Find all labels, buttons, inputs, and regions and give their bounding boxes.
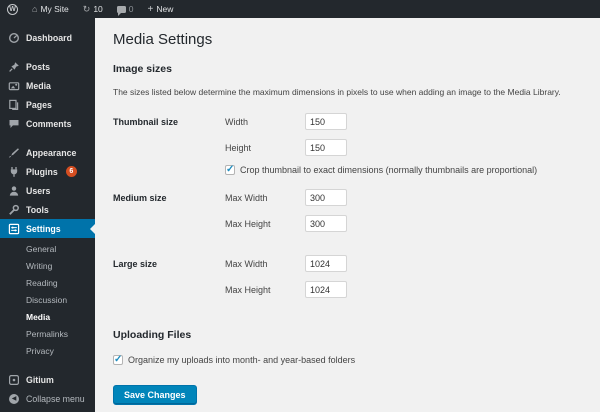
comments-menu[interactable]: 0 (110, 0, 141, 18)
submenu-item-writing[interactable]: Writing (0, 258, 95, 275)
comment-count: 0 (128, 4, 134, 14)
update-icon: ↻ (82, 3, 91, 14)
sidebar-item-label: Pages (26, 99, 52, 110)
sidebar-item-label: Comments (26, 118, 72, 129)
sidebar-item-label: Gitium (26, 374, 54, 385)
sidebar-item-label: Tools (26, 204, 49, 215)
comments-icon (8, 118, 20, 130)
updates-menu[interactable]: ↻ 10 (76, 0, 110, 18)
camera-icon (8, 80, 20, 92)
sidebar-item-posts[interactable]: Posts (0, 57, 95, 76)
sidebar-item-gitium[interactable]: Gitium (0, 370, 95, 389)
medium-max-width-input[interactable] (305, 189, 347, 206)
gitium-icon (8, 374, 20, 386)
medium-size-label: Medium size (113, 193, 167, 203)
thumbnail-width-input[interactable] (305, 113, 347, 130)
page-title: Media Settings (113, 31, 213, 48)
pages-icon (8, 99, 20, 111)
sidebar-item-label: Users (26, 185, 51, 196)
sidebar-item-label: Posts (26, 61, 50, 72)
medium-max-height-label: Max Height (225, 218, 271, 229)
sidebar-item-settings[interactable]: Settings (0, 219, 95, 238)
thumbnail-size-label: Thumbnail size (113, 117, 179, 127)
plugin-icon (8, 166, 20, 178)
crop-thumbnail-label: Crop thumbnail to exact dimensions (norm… (240, 165, 538, 175)
sidebar-item-media[interactable]: Media (0, 76, 95, 95)
thumbnail-fields: Width Height Crop thumbnail to exact dim… (225, 113, 582, 175)
submenu-item-privacy[interactable]: Privacy (0, 343, 95, 360)
sidebar-item-label: Media (26, 80, 51, 91)
sidebar-item-label: Appearance (26, 147, 77, 158)
submenu-item-media[interactable]: Media (0, 309, 95, 326)
medium-fields: Max Width Max Height (225, 189, 582, 241)
settings-sliders-icon (8, 223, 20, 235)
uploading-files-section: Uploading Files Organize my uploads into… (113, 329, 582, 365)
sidebar-item-dashboard[interactable]: Dashboard (0, 28, 95, 47)
submenu-item-reading[interactable]: Reading (0, 275, 95, 292)
wordpress-logo-icon: W (7, 3, 18, 15)
update-count: 10 (93, 4, 103, 14)
new-label: New (156, 4, 174, 14)
site-name-menu[interactable]: ⌂ My Site (25, 0, 76, 18)
sidebar-item-pages[interactable]: Pages (0, 95, 95, 114)
uploading-files-heading: Uploading Files (113, 329, 192, 341)
save-changes-button[interactable]: Save Changes (113, 385, 197, 405)
organize-uploads-label: Organize my uploads into month- and year… (128, 355, 356, 365)
wp-logo-menu[interactable]: W (0, 0, 25, 18)
wrench-icon (8, 204, 20, 216)
site-name-label: My Site (40, 4, 69, 14)
sidebar-item-label: Dashboard (26, 32, 72, 43)
sidebar-item-tools[interactable]: Tools (0, 200, 95, 219)
submenu-item-permalinks[interactable]: Permalinks (0, 326, 95, 343)
large-max-width-label: Max Width (225, 258, 268, 269)
sidebar-item-plugins[interactable]: Plugins 6 (0, 162, 95, 181)
organize-uploads-checkbox[interactable] (113, 354, 123, 365)
thumbnail-height-label: Height (225, 142, 252, 153)
dashboard-icon (8, 32, 20, 44)
admin-sidebar: Dashboard Posts Media Pages Comments App… (0, 18, 95, 412)
collapse-arrow-icon: ◀ (8, 393, 20, 405)
large-max-width-input[interactable] (305, 255, 347, 272)
medium-max-height-input[interactable] (305, 215, 347, 232)
plus-icon: + (147, 3, 154, 15)
crop-thumbnail-checkbox[interactable] (225, 164, 235, 175)
pushpin-icon (8, 61, 20, 73)
sidebar-item-label: Plugins (26, 166, 58, 177)
large-size-label: Large size (113, 259, 158, 269)
sidebar-item-appearance[interactable]: Appearance (0, 143, 95, 162)
plugins-update-badge: 6 (65, 166, 77, 177)
paintbrush-icon (8, 147, 20, 159)
collapse-menu-button[interactable]: ◀ Collapse menu (0, 389, 95, 408)
submenu-item-general[interactable]: General (0, 241, 95, 258)
comment-bubble-icon (116, 5, 126, 16)
sidebar-item-comments[interactable]: Comments (0, 114, 95, 133)
large-max-height-label: Max Height (225, 284, 271, 295)
medium-size-block: Medium size Max Width Max Height (113, 189, 582, 241)
collapse-menu-label: Collapse menu (26, 393, 85, 404)
large-size-block: Large size Max Width Max Height (113, 255, 582, 307)
admin-bar: W ⌂ My Site ↻ 10 0 + New (0, 0, 600, 18)
settings-submenu: General Writing Reading Discussion Media… (0, 238, 95, 366)
image-sizes-heading: Image sizes (113, 63, 172, 75)
sidebar-item-users[interactable]: Users (0, 181, 95, 200)
submenu-item-discussion[interactable]: Discussion (0, 292, 95, 309)
image-sizes-description: The sizes listed below determine the max… (113, 87, 561, 97)
large-fields: Max Width Max Height (225, 255, 582, 307)
media-settings-page: Media Settings Image sizes The sizes lis… (95, 18, 600, 412)
thumbnail-height-input[interactable] (305, 139, 347, 156)
new-content-menu[interactable]: + New (141, 0, 181, 18)
medium-max-width-label: Max Width (225, 192, 268, 203)
sidebar-item-label: Settings (26, 223, 61, 234)
thumbnail-size-block: Thumbnail size Width Height Crop thumbna… (113, 113, 582, 175)
large-max-height-input[interactable] (305, 281, 347, 298)
home-icon: ⌂ (32, 4, 38, 14)
thumbnail-width-label: Width (225, 116, 249, 127)
user-icon (8, 185, 20, 197)
